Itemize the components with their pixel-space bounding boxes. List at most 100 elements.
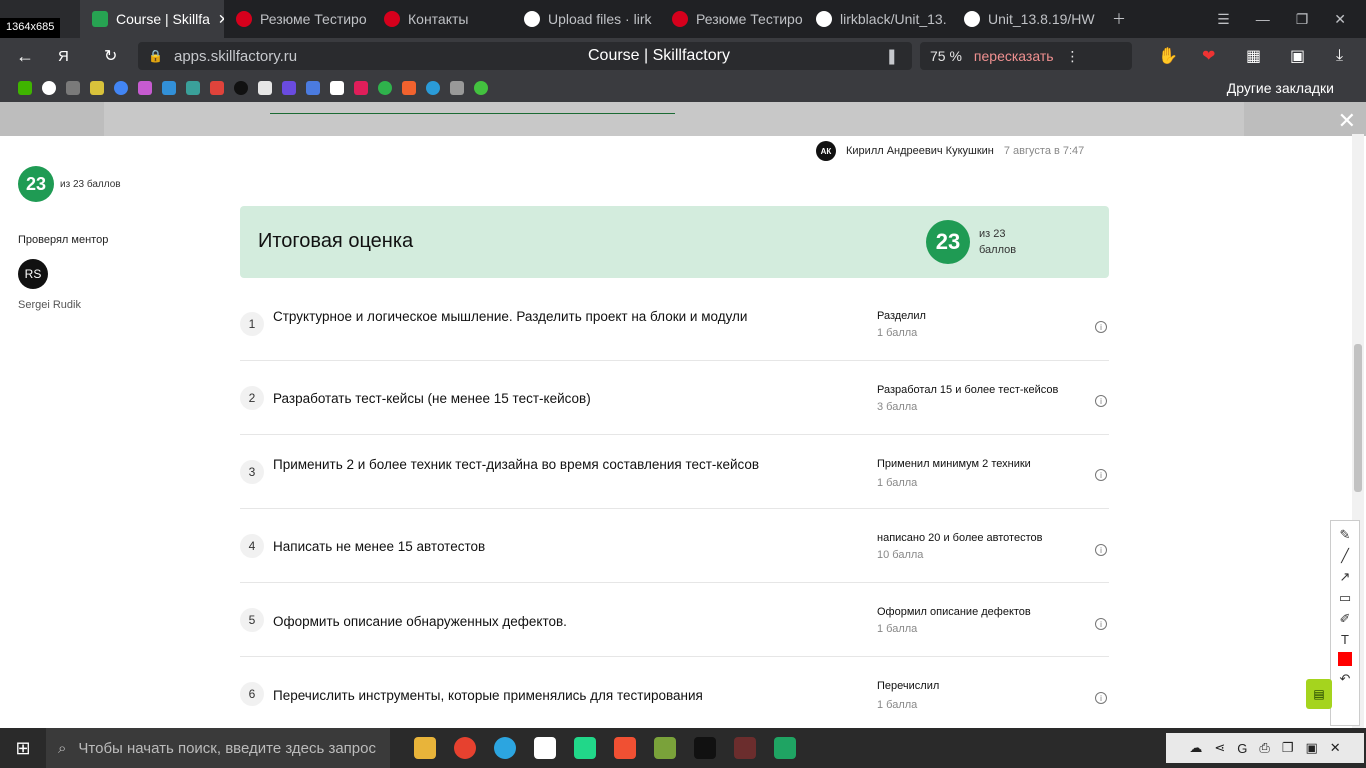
- bookmark-2-icon[interactable]: [378, 81, 392, 95]
- notion-icon[interactable]: [534, 737, 556, 759]
- lock-icon: 🔒: [148, 49, 163, 63]
- bookmark-pen-icon[interactable]: [210, 81, 224, 95]
- color-swatch[interactable]: [1338, 652, 1352, 666]
- bookmark-skillfactory-icon[interactable]: [18, 81, 32, 95]
- pocket-icon[interactable]: ❤: [1202, 46, 1215, 66]
- text-icon[interactable]: T: [1341, 632, 1349, 647]
- bookmark-a-icon[interactable]: [330, 81, 344, 95]
- line-icon[interactable]: ╱: [1341, 548, 1349, 564]
- search-icon: ⌕: [58, 739, 67, 757]
- share-icon[interactable]: ⋖: [1214, 740, 1225, 756]
- bookmark-bug-icon[interactable]: [450, 81, 464, 95]
- tab-unit-hw[interactable]: Unit_13.8.19/HW: [952, 0, 1100, 38]
- profile-icon[interactable]: ▣: [1290, 46, 1305, 66]
- menu-icon[interactable]: ☰: [1217, 11, 1230, 28]
- bookmark-cube-icon[interactable]: [162, 81, 176, 95]
- bookmark-u-icon[interactable]: [42, 81, 56, 95]
- close-tools-icon[interactable]: ✕: [1330, 740, 1341, 756]
- bookmark-docs-icon[interactable]: [306, 81, 320, 95]
- tab-resume-2[interactable]: Резюме Тестиро: [660, 0, 804, 38]
- pycharm-icon[interactable]: [574, 737, 596, 759]
- bookmark-globe-icon[interactable]: [474, 81, 488, 95]
- close-modal-icon[interactable]: ✕: [1338, 108, 1356, 134]
- author-date: 7 августа в 7:47: [1003, 145, 1085, 157]
- telegram-icon[interactable]: [494, 737, 516, 759]
- bookmarks-bar: Другие закладки: [0, 74, 1366, 102]
- marker-icon[interactable]: ✐: [1340, 611, 1351, 627]
- info-icon[interactable]: i: [1095, 321, 1107, 333]
- zoom-indicator[interactable]: 75 %: [930, 48, 962, 64]
- cloud-upload-icon[interactable]: ☁: [1189, 740, 1202, 756]
- google-search-icon[interactable]: G: [1237, 741, 1247, 756]
- window-controls: ☰ — ❐ ✕: [1217, 11, 1366, 28]
- github-icon: [964, 11, 980, 27]
- pen-icon[interactable]: ✎: [1340, 527, 1351, 543]
- tab-resume-1[interactable]: Резюме Тестиро: [224, 0, 372, 38]
- criterion-number: 6: [240, 682, 264, 706]
- scrollbar-thumb[interactable]: [1354, 344, 1362, 492]
- bookmark-slack-icon[interactable]: [354, 81, 368, 95]
- restore-icon[interactable]: ❐: [1296, 11, 1309, 28]
- bookmark-badge-icon[interactable]: [66, 81, 80, 95]
- chat-icon[interactable]: ▤: [1306, 679, 1332, 709]
- bookmark-google-icon[interactable]: [114, 81, 128, 95]
- arrow-icon[interactable]: ↗: [1340, 569, 1351, 585]
- bookmark-gear-icon[interactable]: [186, 81, 200, 95]
- info-icon[interactable]: i: [1095, 544, 1107, 556]
- tab-course[interactable]: Course | Skillfa ✕: [80, 0, 224, 38]
- windows-start-icon[interactable]: ⊞: [0, 728, 46, 768]
- yandex-browser-icon[interactable]: [454, 737, 476, 759]
- rectangle-icon[interactable]: ▭: [1339, 590, 1351, 606]
- info-icon[interactable]: i: [1095, 618, 1107, 630]
- github-icon: [524, 11, 540, 27]
- yandex-icon[interactable]: Я: [58, 48, 69, 65]
- print-icon[interactable]: ⎙: [1259, 740, 1269, 756]
- save-icon[interactable]: ▣: [1305, 740, 1317, 756]
- tab-unit-repo[interactable]: lirkblack/Unit_13.: [804, 0, 952, 38]
- undo-icon[interactable]: ↶: [1340, 671, 1351, 687]
- page-content: ✕ АК Кирилл Андреевич Кукушкин 7 августа…: [0, 102, 1366, 728]
- git-icon[interactable]: [614, 737, 636, 759]
- spreadsheet-icon[interactable]: [654, 737, 676, 759]
- zoom-controls: 75 % пересказать ⋮: [920, 42, 1132, 70]
- adblock-icon[interactable]: ✋: [1158, 46, 1178, 66]
- bookmark-tick-icon[interactable]: [426, 81, 440, 95]
- bookmark-doc-icon[interactable]: [258, 81, 272, 95]
- bookmark-icon[interactable]: ❚: [885, 47, 898, 65]
- download-icon[interactable]: ⤓: [1336, 47, 1343, 65]
- criterion-row: 2 Разработать тест-кейсы (не менее 15 те…: [240, 361, 1109, 435]
- criterion-result: написано 20 и более автотестов 10 балла: [877, 532, 1043, 561]
- taskbar-search[interactable]: ⌕ Чтобы начать поиск, введите здесь запр…: [46, 728, 390, 768]
- more-icon[interactable]: ⋮: [1066, 48, 1080, 65]
- criterion-text: Структурное и логическое мышление. Разде…: [273, 309, 748, 324]
- other-bookmarks[interactable]: Другие закладки: [1227, 80, 1334, 96]
- explorer-icon[interactable]: [414, 737, 436, 759]
- vi-icon[interactable]: [734, 737, 756, 759]
- criterion-number: 3: [240, 460, 264, 484]
- retell-button[interactable]: пересказать: [974, 48, 1054, 64]
- info-icon[interactable]: i: [1095, 692, 1107, 704]
- url-field[interactable]: 🔒 apps.skillfactory.ru Course | Skillfac…: [138, 42, 912, 70]
- info-icon[interactable]: i: [1095, 395, 1107, 407]
- mentor-name: Sergei Rudik: [18, 299, 81, 311]
- tab-upload-files[interactable]: Upload files · lirk: [512, 0, 660, 38]
- terminal-icon[interactable]: [694, 737, 716, 759]
- reload-icon[interactable]: ↻: [104, 46, 117, 66]
- bookmark-dots-icon[interactable]: [138, 81, 152, 95]
- bookmark-code-icon[interactable]: [282, 81, 296, 95]
- overlay-line: [270, 113, 675, 114]
- window-close-icon[interactable]: ✕: [1334, 11, 1346, 28]
- back-arrow-icon[interactable]: ←: [16, 46, 34, 67]
- copy-icon[interactable]: ❐: [1282, 740, 1294, 756]
- info-icon[interactable]: i: [1095, 469, 1107, 481]
- bookmark-k-icon[interactable]: [234, 81, 248, 95]
- new-tab-button[interactable]: ＋: [1100, 0, 1140, 38]
- google-drive-icon[interactable]: [774, 737, 796, 759]
- extensions-icon[interactable]: ▦: [1246, 46, 1261, 66]
- bookmark-check-icon[interactable]: [90, 81, 104, 95]
- final-score-card: Итоговая оценка 23 из 23 баллов: [240, 206, 1109, 278]
- minimize-icon[interactable]: —: [1256, 11, 1270, 28]
- bookmark-box-icon[interactable]: [402, 81, 416, 95]
- page-title: Course | Skillfactory: [588, 47, 730, 64]
- tab-contacts[interactable]: Контакты: [372, 0, 512, 38]
